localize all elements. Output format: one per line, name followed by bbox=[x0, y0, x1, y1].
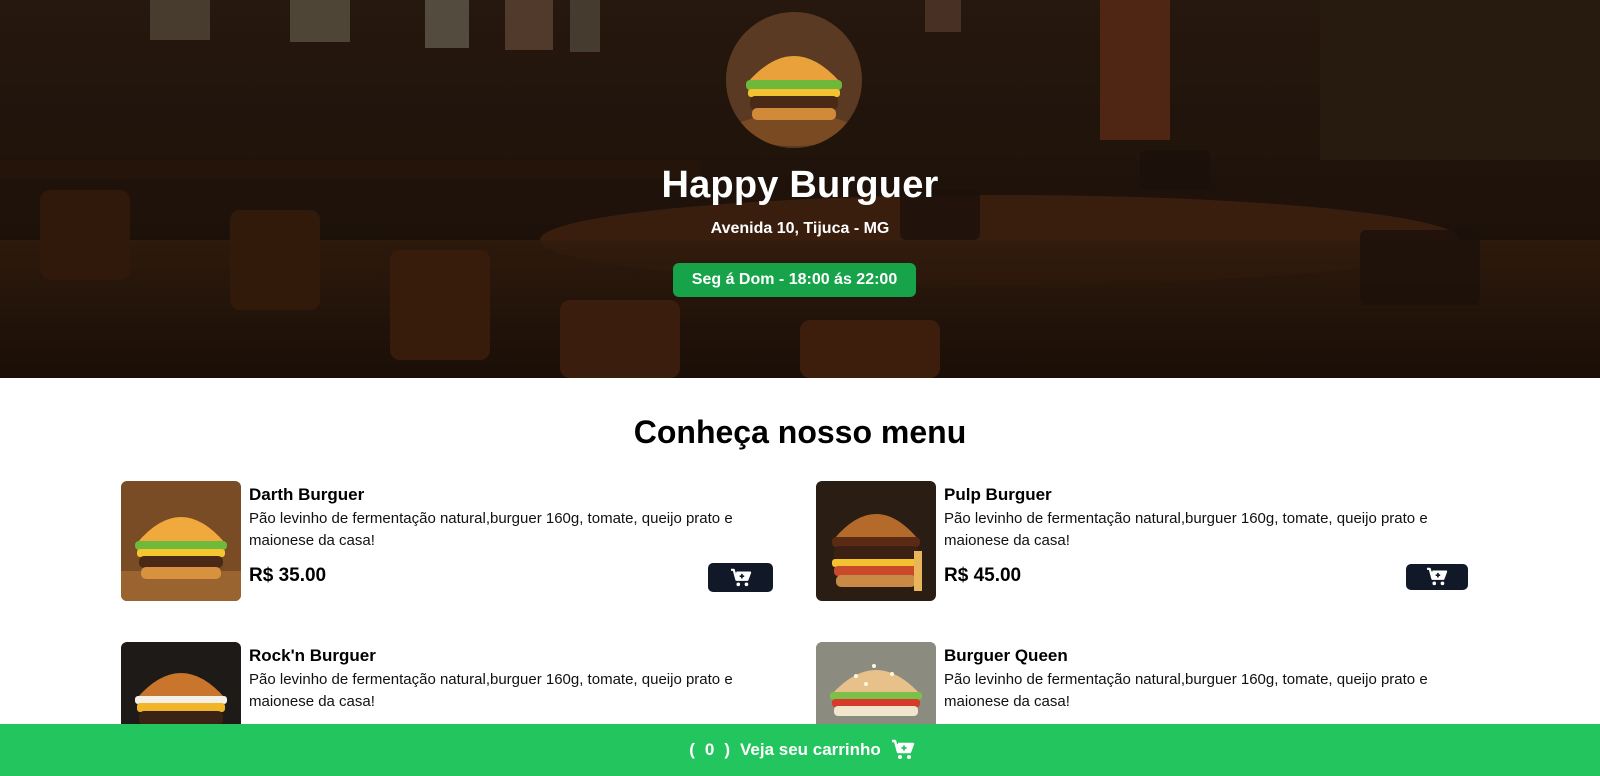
menu-item-name: Burguer Queen bbox=[944, 646, 1068, 665]
view-cart-label: Veja seu carrinho bbox=[740, 740, 881, 759]
menu-item-description: Pão levinho de fermentação natural,burgu… bbox=[944, 510, 1428, 549]
restaurant-logo bbox=[726, 12, 862, 148]
view-cart-bar[interactable]: ( 0 ) Veja seu carrinho bbox=[0, 724, 1600, 776]
menu-item-description: Pão levinho de fermentação natural,burgu… bbox=[249, 510, 733, 549]
menu-item-price: R$ 45.00 bbox=[944, 565, 1022, 586]
cart-icon bbox=[891, 739, 914, 759]
menu-item-image bbox=[121, 481, 241, 601]
menu-item-name: Pulp Burguer bbox=[944, 485, 1052, 504]
menu-item-price: R$ 35.00 bbox=[249, 565, 327, 586]
burger-logo-image bbox=[726, 12, 862, 148]
menu-item-image bbox=[816, 481, 936, 601]
cart-count: 0 bbox=[704, 740, 715, 759]
menu-item-name: Darth Burguer bbox=[249, 485, 365, 504]
add-to-cart-button[interactable] bbox=[708, 563, 773, 592]
cart-count-close-paren: ) bbox=[724, 740, 730, 759]
menu-item-name: Rock'n Burguer bbox=[249, 646, 376, 665]
menu-title: Conheça nosso menu bbox=[633, 414, 967, 450]
restaurant-name: Happy Burguer bbox=[661, 164, 939, 206]
menu-item-description: Pão levinho de fermentação natural,burgu… bbox=[249, 671, 733, 710]
cart-count-open-paren: ( bbox=[689, 740, 695, 759]
restaurant-address: Avenida 10, Tijuca - MG bbox=[710, 220, 890, 237]
menu-item-description: Pão levinho de fermentação natural,burgu… bbox=[944, 671, 1428, 710]
opening-hours-badge: Seg á Dom - 18:00 ás 22:00 bbox=[673, 263, 916, 297]
hero-banner: Happy Burguer Avenida 10, Tijuca - MG Se… bbox=[0, 0, 1600, 378]
menu-item-pulp-burguer: Pulp Burguer Pão levinho de fermentação … bbox=[816, 481, 1468, 601]
cart-plus-icon bbox=[730, 568, 751, 586]
menu-item-darth-burguer: Darth Burguer Pão levinho de fermentação… bbox=[121, 481, 773, 601]
cart-plus-icon bbox=[1427, 567, 1448, 586]
add-to-cart-button[interactable] bbox=[1406, 564, 1468, 590]
